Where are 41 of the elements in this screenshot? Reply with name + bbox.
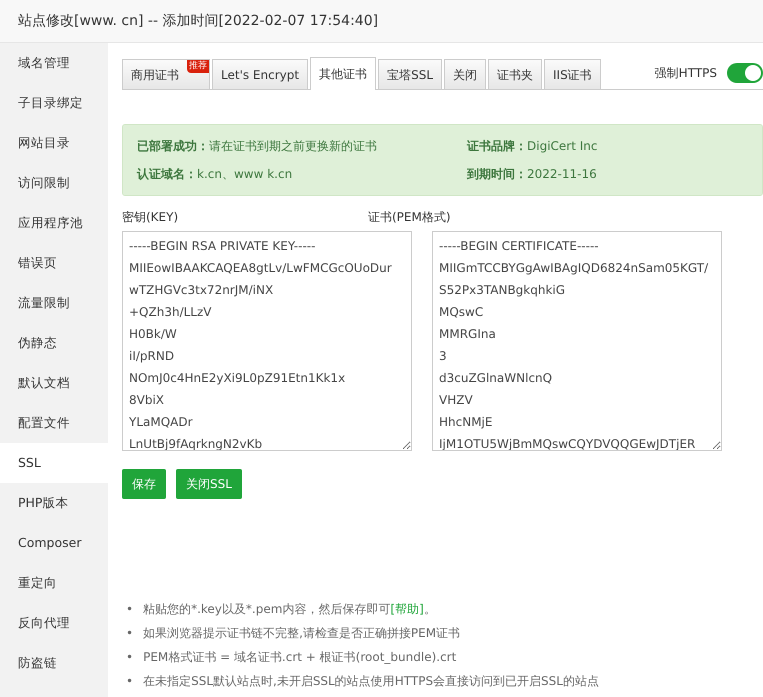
ribbon-badge: 推荐	[187, 60, 209, 73]
tab[interactable]: 宝塔SSL	[378, 59, 442, 89]
bullet-icon: •	[126, 673, 134, 689]
tab[interactable]: 证书夹	[488, 59, 542, 89]
sidebar-item[interactable]: SSL	[0, 443, 108, 483]
note-text: 在未指定SSL默认站点时,未开启SSL的站点使用HTTPS会直接访问到已开启SSL的站点	[143, 673, 599, 689]
sidebar-item[interactable]: 默认文档	[0, 363, 108, 403]
switch-label: 强制HTTPS	[654, 65, 717, 82]
bullet-icon: •	[126, 625, 134, 641]
sidebar-item[interactable]: 伪静态	[0, 323, 108, 363]
tab[interactable]: 其他证书	[310, 57, 376, 90]
sidebar-item[interactable]: Composer	[0, 523, 108, 563]
sidebar-item[interactable]: 反向代理	[0, 603, 108, 643]
sidebar-item[interactable]: PHP版本	[0, 483, 108, 523]
window-title: 站点修改[www. cn] -- 添加时间[2022-02-07 17:54:40]	[18, 12, 378, 30]
note-text: 如果浏览器提示证书链不完整,请检查是否正确拼接PEM证书	[143, 625, 460, 641]
toggle-switch[interactable]	[727, 63, 763, 83]
sidebar-item[interactable]: 域名管理	[0, 43, 108, 83]
tab[interactable]: Let's Encrypt	[212, 59, 308, 89]
sidebar-item[interactable]: 访问限制	[0, 163, 108, 203]
expiry-text: 到期时间：2022-11-16	[467, 166, 598, 183]
tab[interactable]: IIS证书	[544, 59, 601, 89]
sidebar-item[interactable]: 流量限制	[0, 283, 108, 323]
sidebar-item[interactable]: 应用程序池	[0, 203, 108, 243]
sidebar-item[interactable]: 配置文件	[0, 403, 108, 443]
sidebar-item[interactable]: 子目录绑定	[0, 83, 108, 123]
note-text: PEM格式证书 = 域名证书.crt + 根证书(root_bundle).crt	[143, 649, 456, 665]
brand-text: 证书品牌：DigiCert Inc	[467, 138, 598, 155]
sidebar-item[interactable]: 错误页	[0, 243, 108, 283]
tab[interactable]: 商用证书 推荐	[122, 59, 210, 89]
field-label: 证书(PEM格式)	[368, 209, 452, 226]
note-text: 粘贴您的*.key以及*.pem内容，然后保存即可[帮助]。	[143, 601, 436, 617]
field-label: 密钥(KEY)	[122, 209, 180, 226]
tab[interactable]: 关闭	[444, 59, 486, 89]
domains-text: 认证域名：k.cn、www k.cn	[137, 166, 294, 183]
bullet-icon: •	[126, 601, 134, 617]
sidebar-item[interactable]: 网站目录	[0, 123, 108, 163]
status-text: 已部署成功：请在证书到期之前更换新的证书	[137, 138, 378, 155]
sidebar-item[interactable]: 防盗链	[0, 643, 108, 683]
bullet-icon: •	[126, 649, 134, 665]
sidebar-item[interactable]: 重定向	[0, 563, 108, 603]
